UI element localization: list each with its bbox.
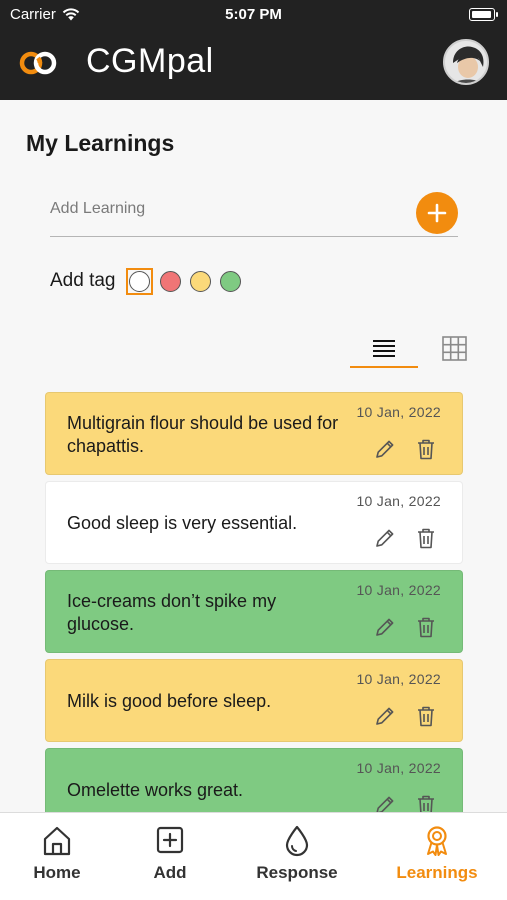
list-view-button[interactable] (350, 330, 418, 368)
add-learning-button[interactable] (416, 192, 458, 234)
pencil-icon[interactable] (374, 794, 396, 812)
user-avatar-icon (445, 41, 487, 83)
tag-label: Add tag (50, 270, 116, 291)
tag-color-none (128, 270, 150, 292)
badge-icon (427, 826, 447, 856)
status-bar: Carrier 5:07 PM (0, 0, 507, 30)
pencil-icon[interactable] (374, 616, 396, 638)
learning-card[interactable]: Omelette works great. 10 Jan, 2022 (45, 748, 463, 812)
learning-card[interactable]: Ice-creams don’t spike my glucose. 10 Ja… (45, 570, 463, 653)
add-learning-row (50, 190, 458, 237)
learning-card[interactable]: Multigrain flour should be used for chap… (45, 392, 463, 475)
nav-response-label: Response (256, 863, 338, 882)
learnings-list: Multigrain flour should be used for chap… (45, 392, 463, 812)
view-toggle (350, 330, 480, 370)
battery-icon (469, 8, 498, 21)
cgmpal-logo-icon (19, 51, 57, 75)
nav-add-label: Add (153, 863, 187, 882)
tag-option-none[interactable] (125, 267, 153, 295)
learning-date: 10 Jan, 2022 (356, 493, 441, 509)
app-bar: CGMpal (0, 30, 507, 100)
nav-home-label: Home (33, 863, 81, 882)
bottom-nav: Home Add Response Learnings (0, 812, 507, 900)
nav-response[interactable]: Response (242, 825, 352, 883)
tag-selector: Add tag (50, 265, 250, 297)
list-icon (373, 340, 395, 357)
add-learning-input[interactable] (50, 200, 400, 218)
nav-learnings[interactable]: Learnings (382, 825, 492, 883)
learning-card[interactable]: Good sleep is very essential. 10 Jan, 20… (45, 481, 463, 564)
learning-date: 10 Jan, 2022 (356, 582, 441, 598)
pencil-icon[interactable] (374, 438, 396, 460)
grid-icon (441, 335, 467, 361)
trash-icon[interactable] (416, 616, 436, 638)
nav-learnings-label: Learnings (396, 863, 478, 882)
app-title: CGMpal (86, 42, 214, 80)
trash-icon[interactable] (416, 705, 436, 727)
tag-option-red[interactable] (159, 270, 181, 292)
learning-text: Ice-creams don’t spike my glucose. (67, 590, 277, 634)
trash-icon[interactable] (416, 794, 436, 812)
pencil-icon[interactable] (374, 527, 396, 549)
drop-icon (285, 825, 309, 857)
avatar[interactable] (443, 39, 489, 85)
learning-date: 10 Jan, 2022 (356, 671, 441, 687)
trash-icon[interactable] (416, 527, 436, 549)
status-time: 5:07 PM (225, 6, 282, 23)
learning-text: Multigrain flour should be used for chap… (67, 412, 339, 456)
add-square-icon (156, 826, 184, 854)
learning-card[interactable]: Milk is good before sleep. 10 Jan, 2022 (45, 659, 463, 742)
learning-text: Milk is good before sleep. (67, 691, 272, 711)
pencil-icon[interactable] (374, 705, 396, 727)
nav-home[interactable]: Home (2, 825, 112, 883)
plus-icon (427, 203, 447, 223)
trash-icon[interactable] (416, 438, 436, 460)
learning-text: Omelette works great. (67, 780, 244, 800)
nav-add[interactable]: Add (115, 825, 225, 883)
learning-date: 10 Jan, 2022 (356, 760, 441, 776)
learning-text: Good sleep is very essential. (67, 513, 298, 533)
home-icon (43, 826, 71, 856)
learning-date: 10 Jan, 2022 (356, 404, 441, 420)
tag-option-yellow[interactable] (189, 270, 211, 292)
grid-view-button[interactable] (436, 330, 472, 366)
page-title: My Learnings (26, 130, 175, 156)
tag-option-green[interactable] (219, 270, 241, 292)
